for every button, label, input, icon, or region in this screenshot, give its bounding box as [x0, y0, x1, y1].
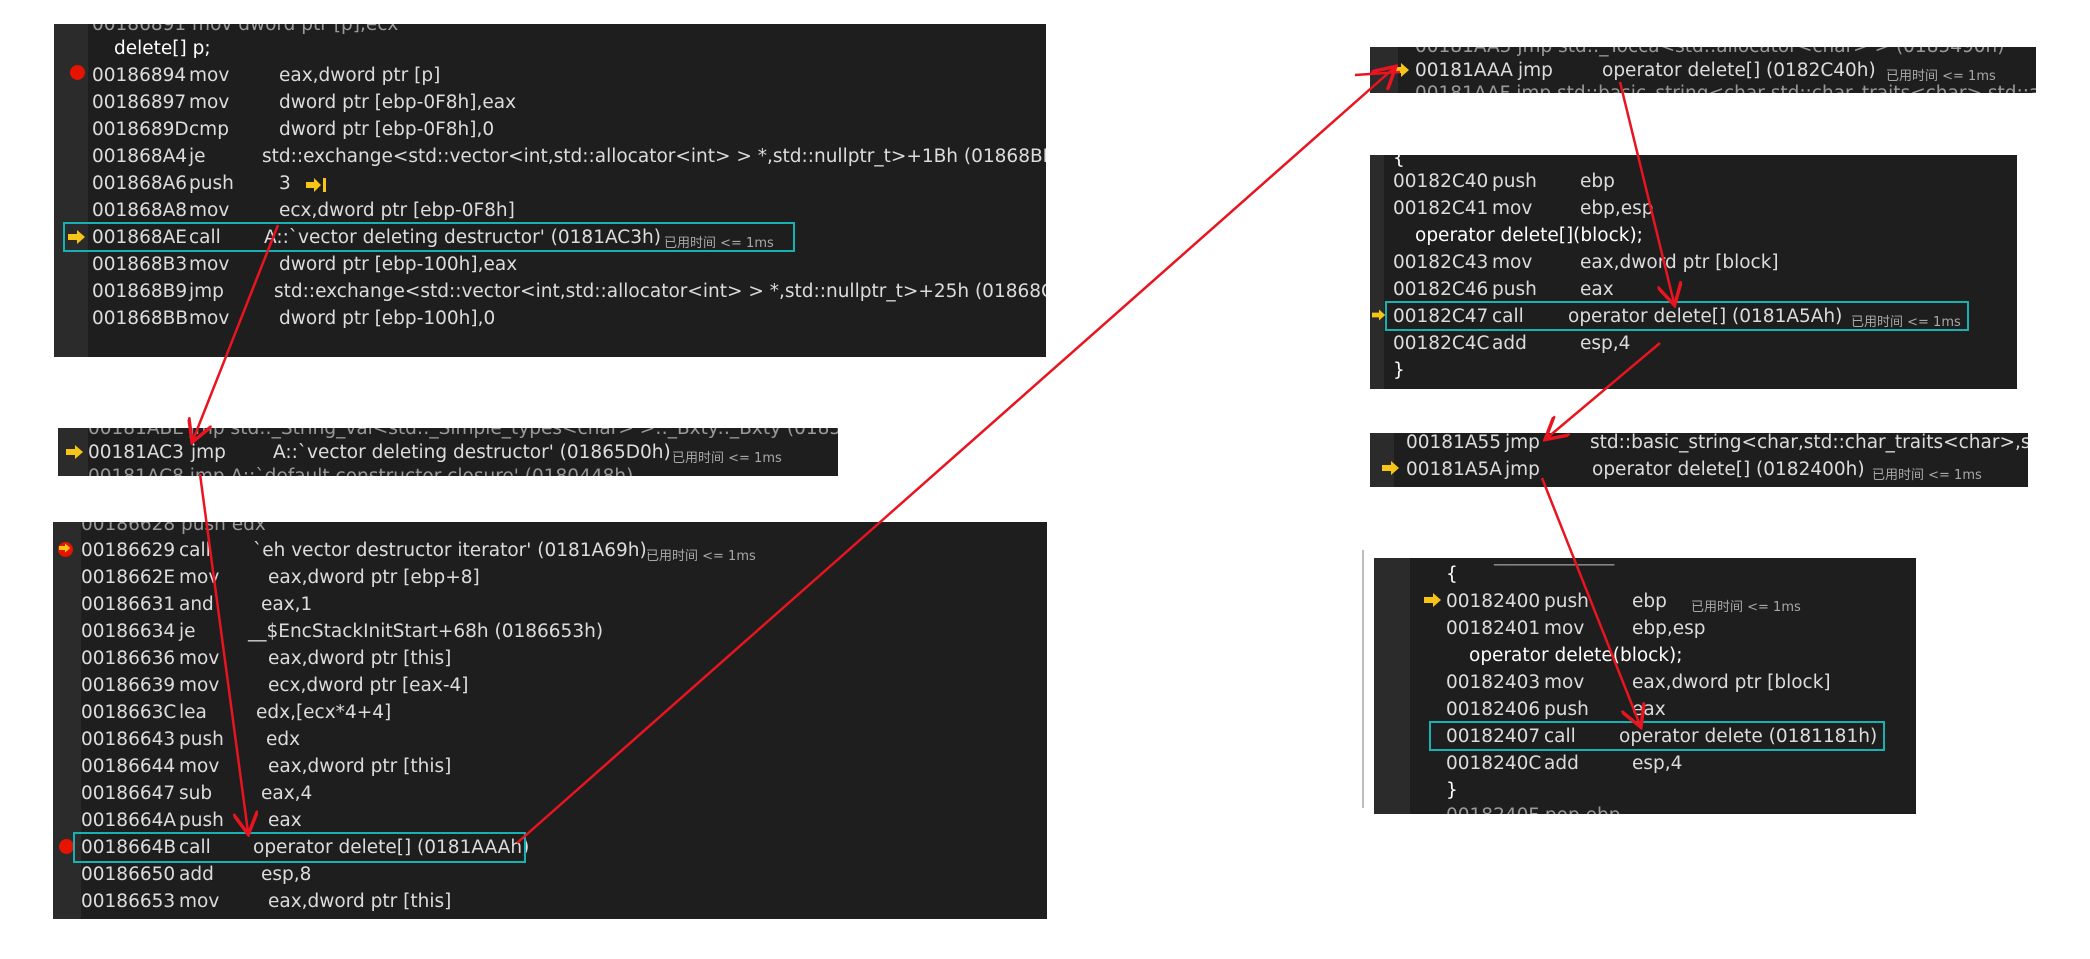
arrow-tail-short — [1354, 70, 1401, 77]
arrow-to-delete-array-thunk — [516, 68, 1394, 844]
call-flow-arrows — [0, 0, 2090, 844]
arrow-to-operator-delete — [1540, 477, 1640, 725]
arrow-to-delete-thunk — [1547, 342, 1661, 438]
arrow-to-vector-destructor — [198, 473, 248, 832]
arrow-to-operator-delete-array — [1618, 81, 1674, 303]
arrow-to-vector-thunk — [193, 224, 280, 440]
